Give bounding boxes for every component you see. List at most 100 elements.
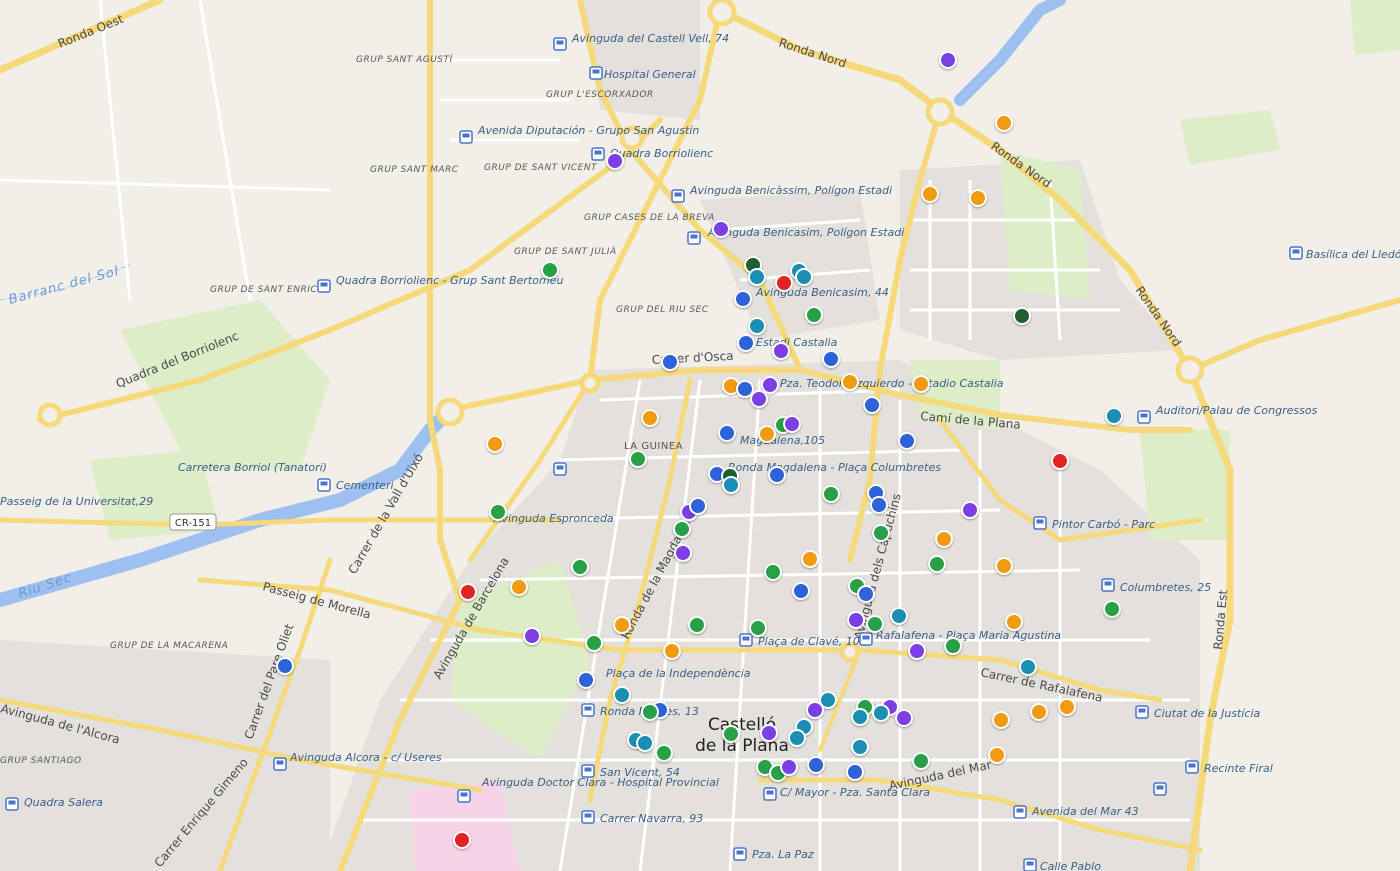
- orange-marker[interactable]: [912, 375, 930, 393]
- blue-marker[interactable]: [807, 756, 825, 774]
- purple-marker[interactable]: [895, 709, 913, 727]
- green-marker[interactable]: [805, 306, 823, 324]
- blue-marker[interactable]: [689, 497, 707, 515]
- orange-marker[interactable]: [613, 616, 631, 634]
- teal-marker[interactable]: [636, 734, 654, 752]
- blue-marker[interactable]: [276, 657, 294, 675]
- blue-marker[interactable]: [898, 432, 916, 450]
- blue-marker[interactable]: [863, 396, 881, 414]
- blue-marker[interactable]: [736, 380, 754, 398]
- teal-marker[interactable]: [748, 317, 766, 335]
- red-marker[interactable]: [775, 274, 793, 292]
- green-marker[interactable]: [764, 563, 782, 581]
- blue-marker[interactable]: [846, 763, 864, 781]
- orange-marker[interactable]: [801, 550, 819, 568]
- green-marker[interactable]: [872, 524, 890, 542]
- blue-marker[interactable]: [661, 353, 679, 371]
- green-marker[interactable]: [688, 616, 706, 634]
- teal-marker[interactable]: [613, 686, 631, 704]
- green-marker[interactable]: [655, 744, 673, 762]
- bus-icon: [581, 703, 595, 717]
- green-marker[interactable]: [489, 503, 507, 521]
- green-marker[interactable]: [629, 450, 647, 468]
- orange-marker[interactable]: [969, 189, 987, 207]
- blue-marker[interactable]: [870, 496, 888, 514]
- teal-marker[interactable]: [795, 268, 813, 286]
- green-marker[interactable]: [944, 637, 962, 655]
- green-marker[interactable]: [928, 555, 946, 573]
- purple-marker[interactable]: [939, 51, 957, 69]
- blue-marker[interactable]: [768, 466, 786, 484]
- orange-marker[interactable]: [641, 409, 659, 427]
- darkgreen-marker[interactable]: [1013, 307, 1031, 325]
- stop-label: Rafalafena - Plaça Maria Agustina: [876, 629, 1061, 642]
- orange-marker[interactable]: [988, 746, 1006, 764]
- teal-marker[interactable]: [788, 729, 806, 747]
- orange-marker[interactable]: [995, 557, 1013, 575]
- road-shield: CR-151: [169, 513, 217, 531]
- green-marker[interactable]: [1103, 600, 1121, 618]
- red-marker[interactable]: [459, 583, 477, 601]
- purple-marker[interactable]: [760, 724, 778, 742]
- teal-marker[interactable]: [748, 268, 766, 286]
- orange-marker[interactable]: [1030, 703, 1048, 721]
- green-marker[interactable]: [822, 485, 840, 503]
- green-marker[interactable]: [912, 752, 930, 770]
- purple-marker[interactable]: [780, 758, 798, 776]
- teal-marker[interactable]: [890, 607, 908, 625]
- orange-marker[interactable]: [663, 642, 681, 660]
- purple-marker[interactable]: [908, 642, 926, 660]
- orange-marker[interactable]: [992, 711, 1010, 729]
- area-label: GRUP DE SANT VICENT: [484, 163, 598, 173]
- green-marker[interactable]: [749, 619, 767, 637]
- purple-marker[interactable]: [961, 501, 979, 519]
- green-marker[interactable]: [541, 261, 559, 279]
- teal-marker[interactable]: [1105, 407, 1123, 425]
- purple-marker[interactable]: [674, 544, 692, 562]
- purple-marker[interactable]: [806, 701, 824, 719]
- orange-marker[interactable]: [1005, 613, 1023, 631]
- purple-marker[interactable]: [712, 220, 730, 238]
- orange-marker[interactable]: [921, 185, 939, 203]
- stop-label: Passeig de la Universitat,29: [0, 495, 153, 508]
- orange-marker[interactable]: [510, 578, 528, 596]
- green-marker[interactable]: [673, 520, 691, 538]
- blue-marker[interactable]: [792, 582, 810, 600]
- orange-marker[interactable]: [1058, 698, 1076, 716]
- red-marker[interactable]: [453, 831, 471, 849]
- orange-marker[interactable]: [995, 114, 1013, 132]
- area-label: GRUP SANT MARC: [370, 165, 459, 175]
- purple-marker[interactable]: [761, 376, 779, 394]
- blue-marker[interactable]: [737, 334, 755, 352]
- blue-marker[interactable]: [822, 350, 840, 368]
- purple-marker[interactable]: [750, 390, 768, 408]
- blue-marker[interactable]: [734, 290, 752, 308]
- green-marker[interactable]: [866, 615, 884, 633]
- area-label: GRUP DE SANT JULIÀ: [514, 245, 617, 257]
- purple-marker[interactable]: [783, 415, 801, 433]
- blue-marker[interactable]: [718, 424, 736, 442]
- green-marker[interactable]: [571, 558, 589, 576]
- red-marker[interactable]: [1051, 452, 1069, 470]
- blue-marker[interactable]: [857, 585, 875, 603]
- map-canvas[interactable]: CR-151 Barranc del Sol Riu Sec Ronda Oes…: [0, 0, 1400, 871]
- blue-marker[interactable]: [577, 671, 595, 689]
- orange-marker[interactable]: [935, 530, 953, 548]
- purple-marker[interactable]: [606, 152, 624, 170]
- bus-icon: [739, 633, 753, 647]
- map-svg[interactable]: CR-151 Barranc del Sol Riu Sec Ronda Oes…: [0, 0, 1400, 871]
- teal-marker[interactable]: [722, 476, 740, 494]
- green-marker[interactable]: [722, 725, 740, 743]
- purple-marker[interactable]: [523, 627, 541, 645]
- green-marker[interactable]: [585, 634, 603, 652]
- orange-marker[interactable]: [758, 425, 776, 443]
- teal-marker[interactable]: [872, 704, 890, 722]
- green-marker[interactable]: [641, 703, 659, 721]
- purple-marker[interactable]: [847, 611, 865, 629]
- orange-marker[interactable]: [486, 435, 504, 453]
- purple-marker[interactable]: [772, 342, 790, 360]
- teal-marker[interactable]: [851, 708, 869, 726]
- teal-marker[interactable]: [1019, 658, 1037, 676]
- teal-marker[interactable]: [851, 738, 869, 756]
- orange-marker[interactable]: [841, 373, 859, 391]
